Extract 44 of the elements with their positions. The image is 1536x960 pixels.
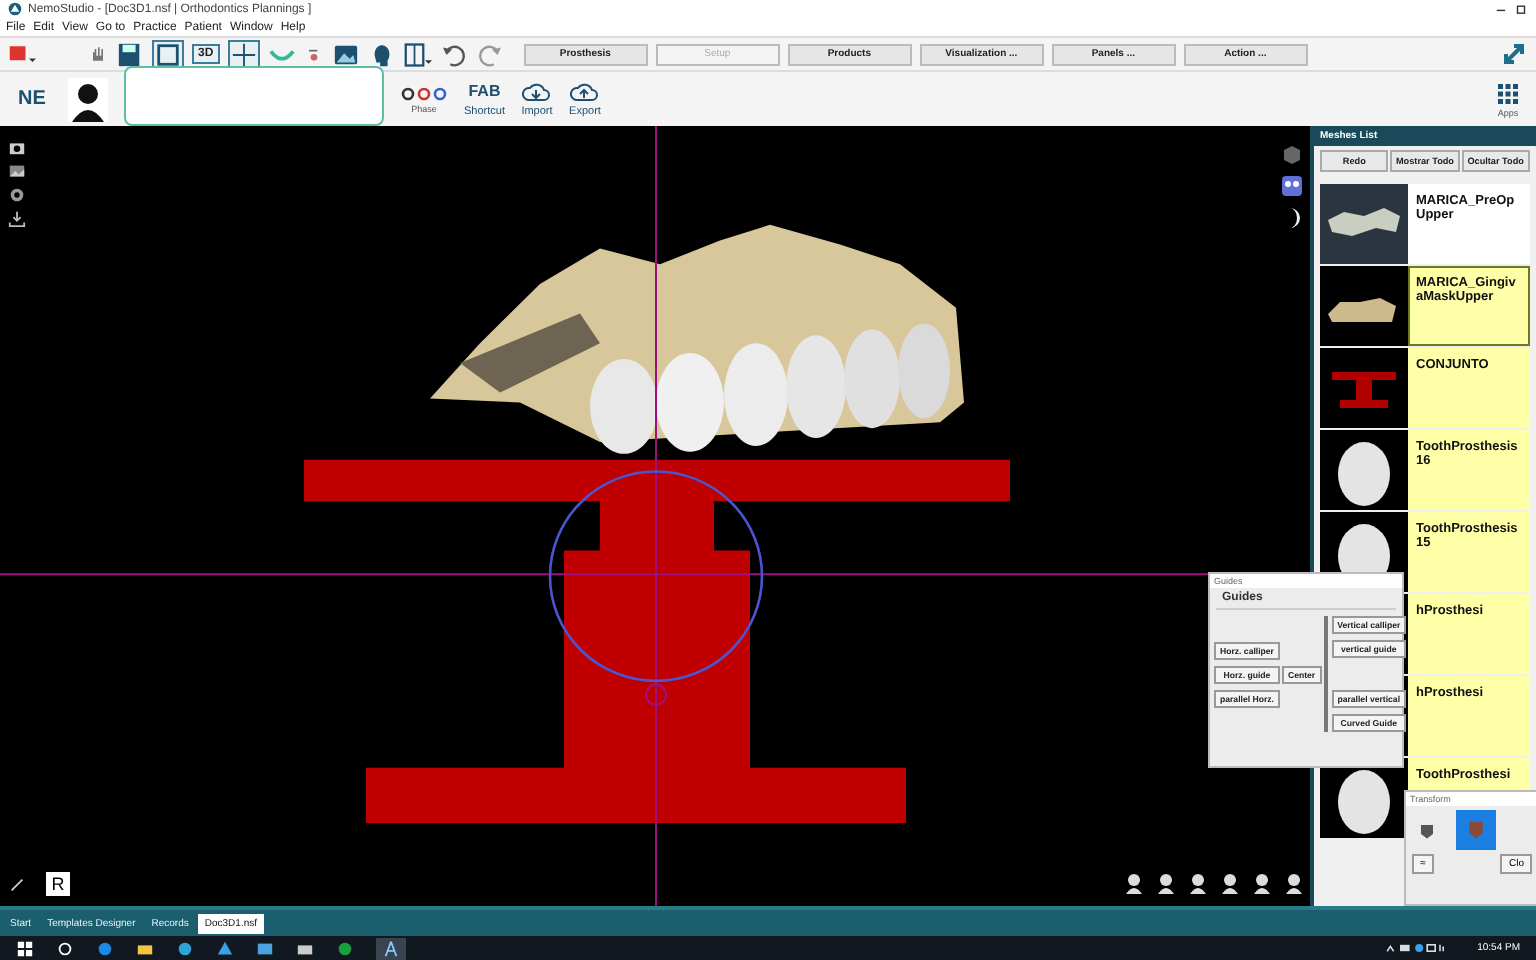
reset-button[interactable]: R [46,872,70,896]
mesh-thumbnail[interactable] [1320,430,1408,510]
apps-grid-icon[interactable] [1492,81,1524,105]
hand-icon[interactable] [88,44,108,64]
browser-icon[interactable] [96,939,114,957]
save-icon[interactable] [116,41,144,67]
camera-icon[interactable] [8,138,26,156]
search-icon[interactable] [56,939,74,957]
round-app-icon[interactable] [336,939,354,957]
cloud-upload-icon[interactable] [568,80,601,104]
folder-icon[interactable] [136,939,154,957]
drive-icon[interactable] [296,939,314,957]
avatar-silhouette-icon [68,77,108,121]
monitor-icon[interactable] [256,939,274,957]
head-view-icon[interactable] [1188,872,1208,896]
globe-icon[interactable] [8,186,26,204]
expand-icon[interactable] [1500,40,1528,68]
undo-icon[interactable] [439,41,468,67]
app-taskbar-icon[interactable] [376,937,406,959]
head-view-icon[interactable] [1156,872,1176,896]
layout-dropdown-icon[interactable] [403,41,432,67]
fit-view-icon[interactable] [152,39,184,69]
ne-logo: NE [16,88,48,110]
mesh-thumbnail[interactable] [1320,266,1408,346]
head-view-icon[interactable] [1124,872,1144,896]
tooth-icon[interactable] [1418,821,1436,839]
cube-icon[interactable] [1280,142,1304,166]
head-view-icon[interactable] [1252,872,1272,896]
head-view-icon[interactable] [1284,872,1304,896]
head-view-icon[interactable] [1220,872,1240,896]
measure-icon[interactable] [8,875,26,893]
picture-icon[interactable] [331,41,360,67]
mesh-thumbnail[interactable] [1320,184,1408,264]
restore-icon[interactable] [1514,2,1528,16]
teeth-arch-icon[interactable] [1280,174,1304,198]
crosshair-icon[interactable] [227,39,260,69]
windows-start-icon[interactable] [16,939,34,957]
cloud-download-icon[interactable] [520,80,553,104]
landscape-icon[interactable] [8,162,26,180]
phase-circles-icon[interactable] [400,85,448,101]
center-marker [645,683,667,706]
mesh-thumbnail[interactable] [1320,348,1408,428]
download-icon[interactable] [8,210,26,228]
fab-logo[interactable]: FAB [468,80,501,104]
